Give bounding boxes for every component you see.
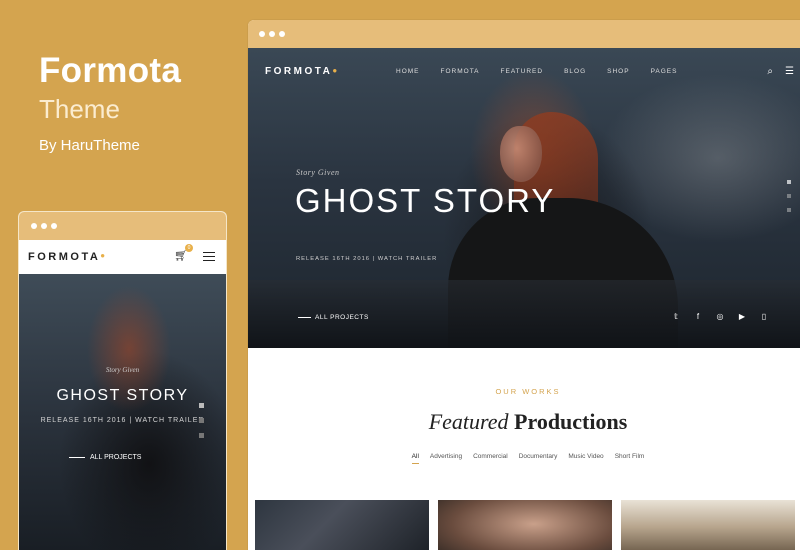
cart-count-badge: 0 xyxy=(185,244,193,252)
slide-indicator[interactable] xyxy=(199,403,204,408)
site-logo-text: FORMOTA xyxy=(265,66,333,77)
slide-indicators xyxy=(787,180,791,212)
window-dot-icon xyxy=(51,223,57,229)
slide-indicator[interactable] xyxy=(787,180,791,184)
hamburger-menu-icon[interactable] xyxy=(203,252,215,261)
author-byline: By HaruTheme xyxy=(39,137,140,154)
facebook-icon[interactable]: f xyxy=(694,312,702,321)
mobile-navigation: FORMOTA● 🛒︎ 0 xyxy=(19,240,226,274)
works-kicker: OUR WORKS xyxy=(495,387,561,396)
works-title: Featured Productions xyxy=(248,409,800,435)
vimeo-icon[interactable]: ▯ xyxy=(760,312,768,321)
top-navigation: FORMOTA● HOME FORMOTA FEATURED BLOG SHOP… xyxy=(248,66,800,80)
slide-indicator[interactable] xyxy=(199,418,204,423)
mobile-window-chrome xyxy=(19,212,226,240)
mobile-window: FORMOTA● 🛒︎ 0 Story Given GHOST STORY REL… xyxy=(19,212,226,550)
menu-item-blog[interactable]: BLOG xyxy=(564,68,586,75)
menu-icon[interactable]: ☰ xyxy=(785,66,794,77)
hero-banner: FORMOTA● HOME FORMOTA FEATURED BLOG SHOP… xyxy=(248,48,800,348)
mobile-site-logo-text: FORMOTA xyxy=(28,251,101,263)
window-dot-icon xyxy=(31,223,37,229)
portfolio-thumbnail[interactable] xyxy=(255,500,429,550)
filter-commercial[interactable]: Commercial xyxy=(473,453,508,464)
menu-item-formota[interactable]: FORMOTA xyxy=(441,68,480,75)
filter-documentary[interactable]: Documentary xyxy=(519,453,558,464)
slide-indicator[interactable] xyxy=(787,194,791,198)
nav-icons: ⌕ ☰ xyxy=(767,66,794,77)
window-dot-icon xyxy=(259,31,265,37)
filter-all[interactable]: All xyxy=(411,453,419,464)
mobile-hero-kicker: Story Given xyxy=(105,366,140,374)
all-projects-line xyxy=(69,457,85,458)
window-dot-icon xyxy=(279,31,285,37)
menu-item-shop[interactable]: SHOP xyxy=(607,68,629,75)
logo-dot-icon: ● xyxy=(100,251,108,260)
mobile-all-projects-link[interactable]: ALL PROJECTS xyxy=(69,454,141,461)
theme-label: Theme xyxy=(39,94,120,124)
menu-item-home[interactable]: HOME xyxy=(396,68,420,75)
works-title-italic: Featured xyxy=(428,409,509,434)
logo-dot-icon: ● xyxy=(332,66,340,75)
hero-photo-face xyxy=(500,126,542,182)
all-projects-label: ALL PROJECTS xyxy=(315,314,369,321)
site-logo[interactable]: FORMOTA● xyxy=(265,66,340,77)
mobile-hero-title: GHOST STORY xyxy=(56,387,189,404)
hero-kicker: Story Given xyxy=(296,168,340,177)
filter-short-film[interactable]: Short Film xyxy=(615,453,645,464)
portfolio-thumbnail[interactable] xyxy=(621,500,795,550)
menu-item-pages[interactable]: PAGES xyxy=(651,68,678,75)
youtube-icon[interactable]: ▶ xyxy=(738,312,746,321)
slide-indicator[interactable] xyxy=(199,433,204,438)
mobile-all-projects-label: ALL PROJECTS xyxy=(90,454,142,461)
portfolio-thumbnail[interactable] xyxy=(438,500,612,550)
portfolio-grid xyxy=(255,500,795,550)
promo-block: Formota Theme By HaruTheme xyxy=(39,51,182,155)
twitter-icon[interactable]: 𝕥 xyxy=(672,312,680,321)
window-dot-icon xyxy=(269,31,275,37)
search-icon[interactable]: ⌕ xyxy=(767,66,773,77)
all-projects-line xyxy=(298,317,311,318)
portfolio-filters: All Advertising Commercial Documentary M… xyxy=(248,453,800,464)
mobile-hero-banner: Story Given GHOST STORY RELEASE 16TH 201… xyxy=(19,274,226,550)
window-dot-icon xyxy=(41,223,47,229)
theme-name: Formota xyxy=(39,51,182,90)
desktop-window: FORMOTA● HOME FORMOTA FEATURED BLOG SHOP… xyxy=(248,20,800,550)
works-section: OUR WORKS Featured Productions All Adver… xyxy=(248,387,800,464)
mobile-hero-meta[interactable]: RELEASE 16TH 2016 | WATCH TRAILER xyxy=(19,417,226,424)
instagram-icon[interactable]: ◎ xyxy=(716,312,724,321)
mobile-slide-indicators xyxy=(199,403,204,438)
all-projects-link[interactable]: ALL PROJECTS xyxy=(298,314,369,321)
filter-advertising[interactable]: Advertising xyxy=(430,453,462,464)
mobile-site-logo[interactable]: FORMOTA● xyxy=(28,251,108,263)
slide-indicator[interactable] xyxy=(787,208,791,212)
hero-title: GHOST STORY xyxy=(295,182,556,219)
social-links: 𝕥 f ◎ ▶ ▯ xyxy=(672,312,768,321)
desktop-window-chrome xyxy=(248,20,800,48)
works-title-bold: Productions xyxy=(514,409,628,434)
cart-icon[interactable]: 🛒︎ 0 xyxy=(174,244,193,262)
filter-music-video[interactable]: Music Video xyxy=(568,453,603,464)
main-menu: HOME FORMOTA FEATURED BLOG SHOP PAGES xyxy=(396,68,698,75)
menu-item-featured[interactable]: FEATURED xyxy=(501,68,544,75)
hero-meta[interactable]: RELEASE 16TH 2016 | WATCH TRAILER xyxy=(296,256,437,262)
